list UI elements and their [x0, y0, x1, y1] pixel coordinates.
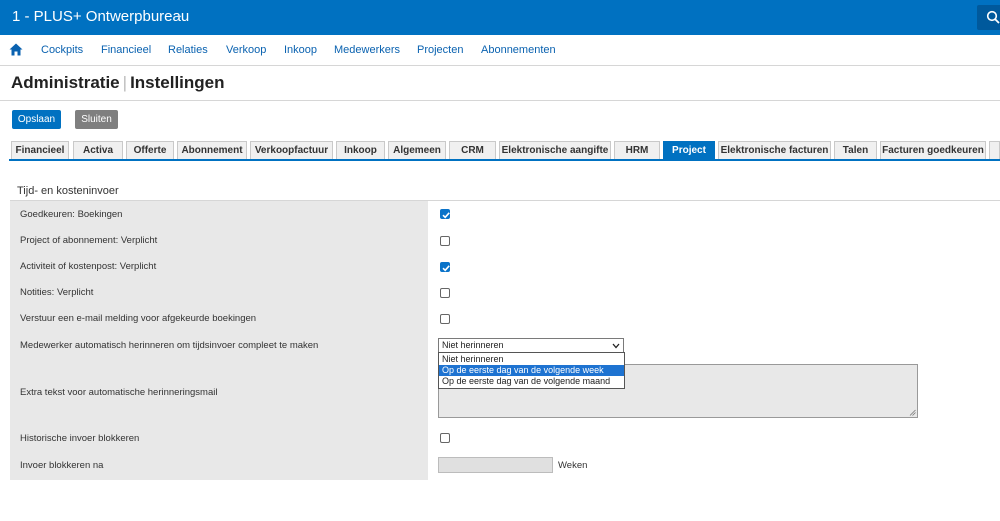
- checkmark-icon: [442, 212, 450, 219]
- tab-overflow[interactable]: [989, 141, 1000, 159]
- tab-activa[interactable]: Activa: [73, 141, 123, 159]
- nav-item-relaties[interactable]: Relaties: [168, 44, 208, 56]
- auto-reminder-label: Medewerker automatisch herinneren om tij…: [20, 340, 319, 351]
- tab-elektronische-aangifte[interactable]: Elektronische aangifte: [499, 141, 611, 159]
- tab-project[interactable]: Project: [663, 141, 715, 159]
- auto-reminder-value: Niet herinneren: [442, 340, 504, 350]
- tab-facturen-goedkeuren[interactable]: Facturen goedkeuren: [880, 141, 986, 159]
- resize-grip-icon[interactable]: [909, 409, 916, 416]
- block-after-input[interactable]: [438, 457, 553, 473]
- company-name[interactable]: 1 - PLUS+ Ontwerpbureau: [12, 8, 189, 25]
- nav-item-projecten[interactable]: Projecten: [417, 44, 463, 56]
- tab-hrm[interactable]: HRM: [614, 141, 660, 159]
- nav-item-verkoop[interactable]: Verkoop: [226, 44, 266, 56]
- notes-required-checkbox[interactable]: [440, 288, 450, 298]
- tab-abonnement[interactable]: Abonnement: [177, 141, 247, 159]
- block-history-checkbox[interactable]: [440, 433, 450, 443]
- title-separator: |: [122, 73, 128, 92]
- tab-elektronische-facturen[interactable]: Elektronische facturen: [718, 141, 831, 159]
- tab-financieel[interactable]: Financieel: [11, 141, 69, 159]
- search-icon: [986, 10, 1000, 24]
- auto-reminder-select[interactable]: Niet herinneren: [438, 338, 624, 353]
- tab-inkoop[interactable]: Inkoop: [336, 141, 385, 159]
- page-title: Administratie | Instellingen: [11, 73, 225, 93]
- auto-reminder-dropdown: Niet herinneren Op de eerste dag van de …: [438, 352, 625, 389]
- nav-item-abonnementen[interactable]: Abonnementen: [481, 44, 556, 56]
- dropdown-option[interactable]: Niet herinneren: [439, 354, 624, 365]
- email-rejected-checkbox[interactable]: [440, 314, 450, 324]
- activity-required-label: Activiteit of kostenpost: Verplicht: [20, 261, 157, 272]
- approve-bookings-label: Goedkeuren: Boekingen: [20, 209, 123, 220]
- tab-talen[interactable]: Talen: [834, 141, 877, 159]
- nav-item-medewerkers[interactable]: Medewerkers: [334, 44, 400, 56]
- dropdown-option-highlighted[interactable]: Op de eerste dag van de volgende week: [439, 365, 624, 376]
- main-nav: Cockpits Financieel Relaties Verkoop Ink…: [0, 35, 1000, 66]
- dropdown-option[interactable]: Op de eerste dag van de volgende maand: [439, 376, 624, 387]
- tab-algemeen[interactable]: Algemeen: [388, 141, 446, 159]
- project-required-checkbox[interactable]: [440, 236, 450, 246]
- tab-crm[interactable]: CRM: [449, 141, 496, 159]
- nav-item-cockpits[interactable]: Cockpits: [41, 44, 83, 56]
- search-button[interactable]: [977, 5, 1000, 30]
- approve-bookings-checkbox[interactable]: [440, 209, 450, 219]
- home-icon[interactable]: [9, 43, 23, 56]
- close-button[interactable]: Sluiten: [75, 110, 118, 129]
- section-heading: Tijd- en kosteninvoer: [17, 185, 119, 197]
- weeks-unit-label: Weken: [558, 460, 588, 471]
- notes-required-label: Notities: Verplicht: [20, 287, 94, 298]
- extra-text-label: Extra tekst voor automatische herinnerin…: [20, 387, 218, 398]
- project-required-label: Project of abonnement: Verplicht: [20, 235, 158, 246]
- tab-underline: [9, 159, 1000, 161]
- page-title-main: Administratie: [11, 73, 120, 92]
- nav-item-inkoop[interactable]: Inkoop: [284, 44, 317, 56]
- chevron-down-icon: [612, 343, 620, 349]
- tab-offerte[interactable]: Offerte: [126, 141, 174, 159]
- block-after-label: Invoer blokkeren na: [20, 460, 104, 471]
- email-rejected-label: Verstuur een e-mail melding voor afgekeu…: [20, 313, 257, 324]
- activity-required-checkbox[interactable]: [440, 262, 450, 272]
- save-button[interactable]: Opslaan: [12, 110, 61, 129]
- chevron-down-icon[interactable]: ⌄: [175, 10, 183, 21]
- checkmark-icon: [442, 265, 450, 272]
- title-divider: [0, 100, 1000, 101]
- tab-verkoopfactuur[interactable]: Verkoopfactuur: [250, 141, 333, 159]
- nav-item-financieel[interactable]: Financieel: [101, 44, 151, 56]
- top-bar: 1 - PLUS+ Ontwerpbureau ⌄: [0, 0, 1000, 35]
- block-history-label: Historische invoer blokkeren: [20, 433, 140, 444]
- page-title-sub: Instellingen: [130, 73, 225, 92]
